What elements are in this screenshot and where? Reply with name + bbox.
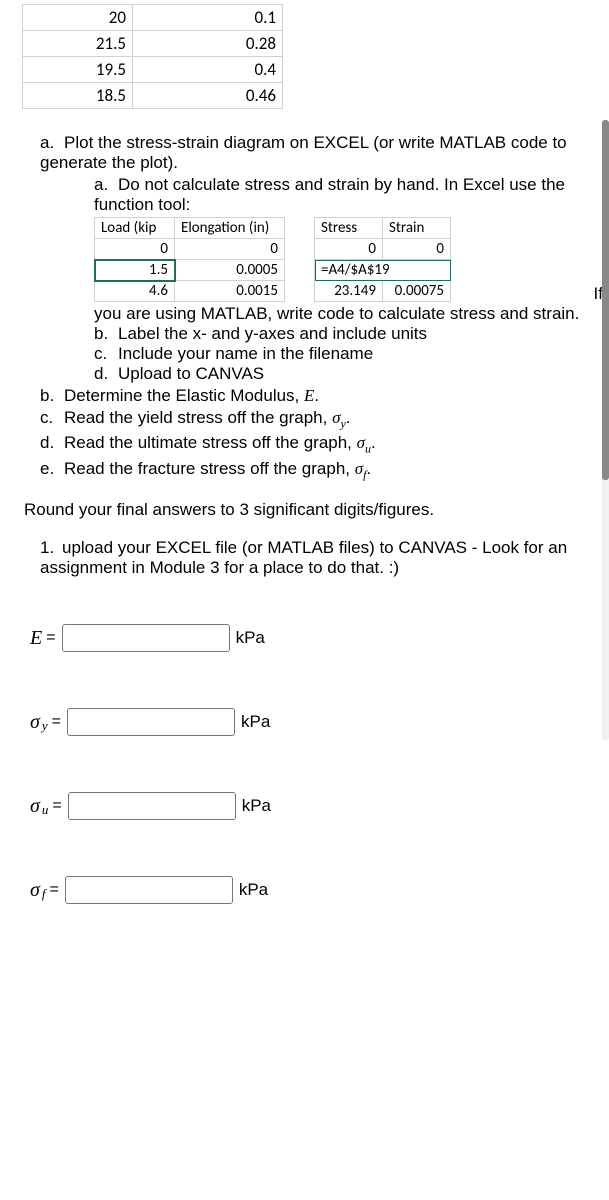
subscript-u: u	[42, 802, 49, 818]
data-table-top: 20 0.1 21.5 0.28 19.5 0.4 18.5 0.46	[22, 4, 283, 109]
unit-label: kPa	[242, 796, 271, 816]
question-a-b: b.Label the x- and y-axes and include un…	[94, 324, 597, 344]
symbol-sigma-f: σ	[30, 879, 40, 902]
question-text: Include your name in the filename	[118, 344, 373, 363]
cell: 0.1	[133, 5, 283, 31]
equals-sign: =	[52, 713, 61, 731]
list-marker: b.	[94, 324, 118, 344]
list-marker: d.	[94, 364, 118, 384]
excel-header: Elongation (in)	[175, 218, 285, 239]
subscript-f: f	[42, 886, 46, 902]
cell: 0.28	[133, 31, 283, 57]
upload-instruction: 1.upload your EXCEL file (or MATLAB file…	[40, 538, 597, 578]
symbol: σ	[355, 459, 363, 478]
table-row: 20 0.1	[23, 5, 283, 31]
question-a-c: c.Include your name in the filename	[94, 344, 597, 364]
excel-cell: 0	[383, 239, 451, 260]
input-sigma-u[interactable]	[68, 792, 236, 820]
question-text: Determine the Elastic Modulus,	[64, 386, 304, 405]
excel-cell: 0.0005	[175, 260, 285, 281]
equals-sign: =	[52, 797, 61, 815]
question-text: Upload to CANVAS	[118, 364, 264, 383]
question-text: Read the fracture stress off the graph,	[64, 459, 355, 478]
table-row: 19.5 0.4	[23, 57, 283, 83]
question-text-continued: you are using MATLAB, write code to calc…	[94, 304, 597, 324]
symbol-E: E	[30, 627, 42, 650]
cell: 0.46	[133, 83, 283, 109]
unit-label: kPa	[236, 628, 265, 648]
list-marker: c.	[40, 408, 64, 428]
question-text: Do not calculate stress and strain by ha…	[94, 175, 565, 214]
cell: 19.5	[23, 57, 133, 83]
table-row: 18.5 0.46	[23, 83, 283, 109]
excel-cell-formula: =A4/$A$19	[315, 260, 451, 281]
cell: 21.5	[23, 31, 133, 57]
answer-e-modulus: E = kPa	[30, 624, 597, 652]
excel-header: Stress	[315, 218, 383, 239]
list-marker: a.	[94, 175, 118, 195]
excel-header: Strain	[383, 218, 451, 239]
question-a-a: a.Do not calculate stress and strain by …	[94, 175, 597, 324]
cell: 20	[23, 5, 133, 31]
excel-cell: 0	[315, 239, 383, 260]
cell: 0.4	[133, 57, 283, 83]
answer-sigma-f: σf = kPa	[30, 876, 597, 904]
symbol-sigma-u: σ	[30, 795, 40, 818]
excel-cell-selected: 1.5	[95, 260, 175, 281]
question-text: Read the ultimate stress off the graph,	[64, 433, 357, 452]
subscript-y: y	[42, 718, 48, 734]
question-text: Label the x- and y-axes and include unit…	[118, 324, 427, 343]
cell: 18.5	[23, 83, 133, 109]
list-marker: a.	[40, 133, 64, 153]
unit-label: kPa	[239, 880, 268, 900]
input-E[interactable]	[62, 624, 230, 652]
excel-header: Load (kip	[95, 218, 175, 239]
excel-cell: 0	[175, 239, 285, 260]
upload-text: upload your EXCEL file (or MATLAB files)…	[40, 538, 567, 577]
question-text: Read the yield stress off the graph,	[64, 408, 332, 427]
list-marker: 1.	[40, 538, 62, 558]
input-sigma-f[interactable]	[65, 876, 233, 904]
scrollbar[interactable]	[602, 120, 609, 740]
question-c: c.Read the yield stress off the graph, σ…	[40, 408, 597, 431]
symbol: E	[304, 386, 314, 405]
table-row: 21.5 0.28	[23, 31, 283, 57]
answer-sigma-y: σy = kPa	[30, 708, 597, 736]
equals-sign: =	[46, 629, 55, 647]
list-marker: c.	[94, 344, 118, 364]
question-a-d: d.Upload to CANVAS	[94, 364, 597, 384]
question-b: b.Determine the Elastic Modulus, E.	[40, 386, 597, 406]
question-d: d.Read the ultimate stress off the graph…	[40, 433, 597, 456]
round-note: Round your final answers to 3 significan…	[24, 500, 585, 520]
list-marker: e.	[40, 459, 64, 479]
unit-label: kPa	[241, 712, 270, 732]
list-marker: d.	[40, 433, 64, 453]
input-sigma-y[interactable]	[67, 708, 235, 736]
excel-cell: 0	[95, 239, 175, 260]
question-e: e.Read the fracture stress off the graph…	[40, 459, 597, 482]
scroll-thumb[interactable]	[602, 120, 609, 480]
symbol: σ	[357, 433, 365, 452]
question-text: Plot the stress-strain diagram on EXCEL …	[40, 133, 567, 172]
symbol-sigma-y: σ	[30, 711, 40, 734]
answer-sigma-u: σu = kPa	[30, 792, 597, 820]
question-a: a.Plot the stress-strain diagram on EXCE…	[40, 133, 597, 384]
list-marker: b.	[40, 386, 64, 406]
equals-sign: =	[50, 881, 59, 899]
